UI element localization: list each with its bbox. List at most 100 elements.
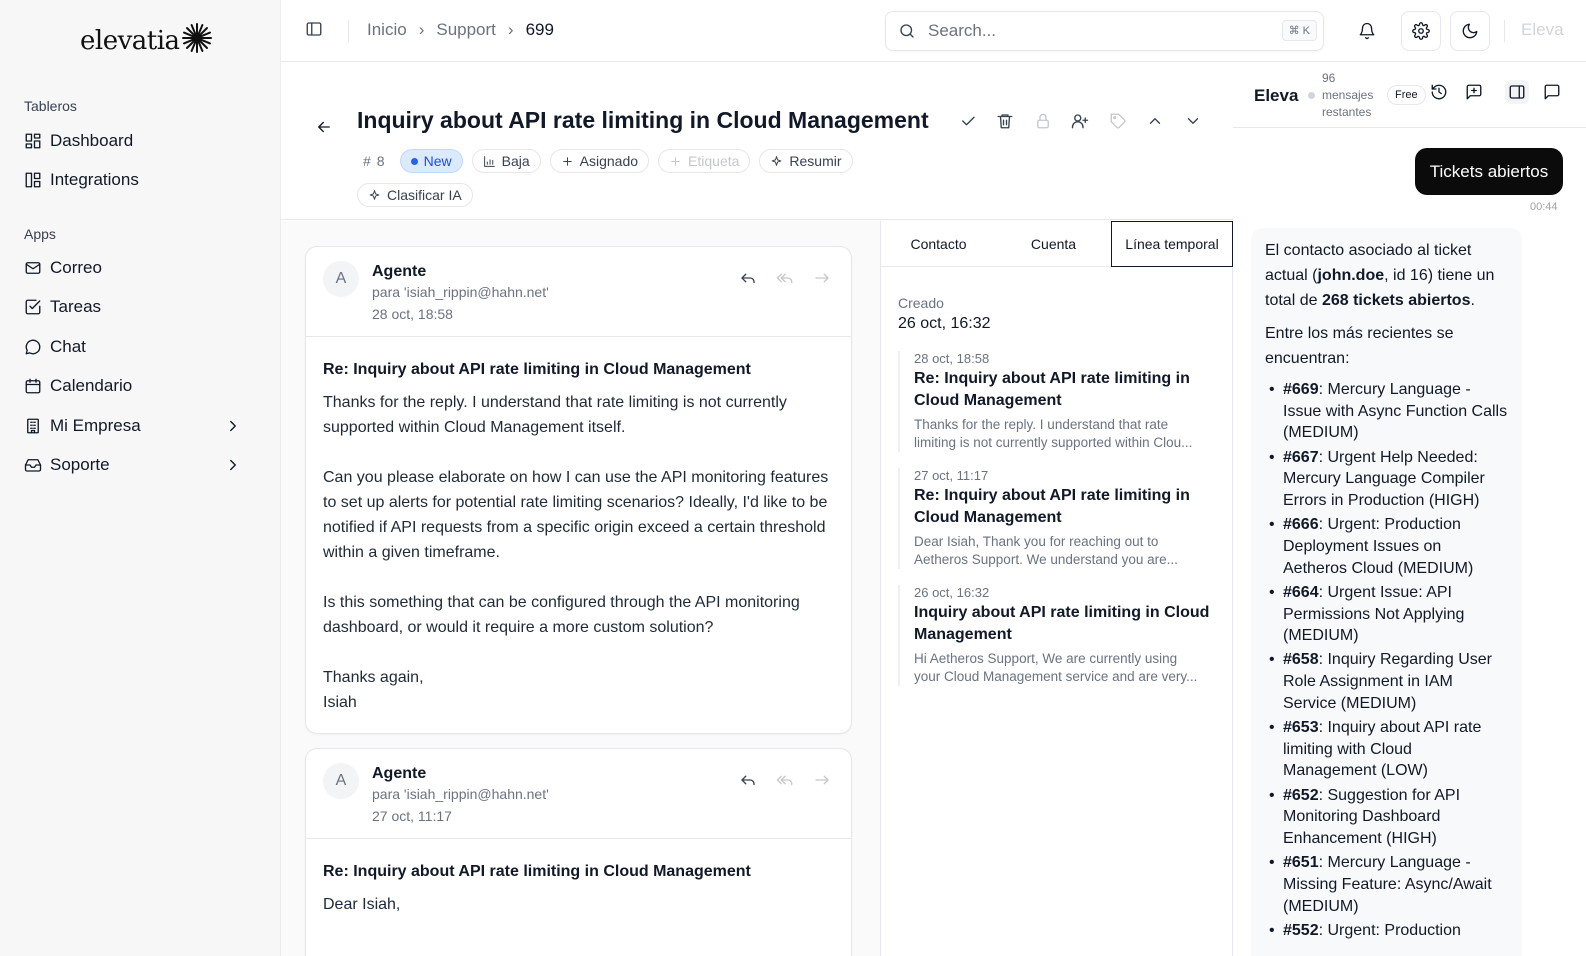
- status-badge[interactable]: New: [399, 149, 463, 173]
- building-icon: [27, 418, 39, 434]
- tab-contacto[interactable]: Contacto: [881, 221, 996, 267]
- divider: [1504, 20, 1505, 42]
- chat-title: Eleva: [1254, 86, 1299, 105]
- brand-logo[interactable]: elevatia: [80, 23, 214, 56]
- section-label-tableros: Tableros: [24, 98, 77, 114]
- open-tickets-total: 268 tickets abiertos: [1321, 292, 1471, 309]
- breadcrumb-inicio[interactable]: Inicio: [367, 20, 407, 40]
- sidebar-item-soporte[interactable]: Soporte: [24, 449, 256, 481]
- settings-button[interactable]: [1401, 11, 1441, 51]
- breadcrumb: Inicio › Support › 699: [367, 20, 554, 40]
- forward-icon: [815, 273, 829, 283]
- lock-button[interactable]: [1024, 112, 1062, 130]
- ticket-number: #8: [357, 149, 391, 173]
- hash-icon: #: [363, 153, 371, 169]
- chevron-up-icon: [1150, 118, 1161, 124]
- timeline-date: 28 oct, 18:58: [914, 351, 990, 366]
- breadcrumb-support[interactable]: Support: [436, 20, 496, 40]
- history-button[interactable]: [1430, 83, 1448, 101]
- chat-mode-button[interactable]: [1543, 83, 1561, 101]
- status-dot: [1308, 92, 1315, 99]
- notifications-button[interactable]: [1347, 11, 1387, 51]
- list-item: #664: Urgent Issue: API Permissions Not …: [1269, 582, 1508, 647]
- reply-all-button[interactable]: [776, 269, 794, 287]
- list-item: #658: Inquiry Regarding User Role Assign…: [1269, 649, 1508, 714]
- chevron-right-icon: [230, 420, 236, 432]
- tab-cuenta[interactable]: Cuenta: [996, 221, 1111, 267]
- bar-chart-icon: [483, 155, 495, 167]
- dock-panel-button[interactable]: [1505, 80, 1529, 104]
- timeline-item[interactable]: 27 oct, 11:17 Re: Inquiry about API rate…: [898, 468, 1216, 569]
- timeline-date: 27 oct, 11:17: [914, 468, 989, 483]
- timeline-title: Re: Inquiry about API rate limiting in C…: [914, 487, 1190, 526]
- assign-chip[interactable]: Asignado: [549, 149, 650, 173]
- delete-button[interactable]: [987, 112, 1025, 130]
- sidebar-item-mi-empresa[interactable]: Mi Empresa: [24, 410, 256, 442]
- contact-name: john.doe: [1317, 267, 1385, 284]
- sidebar-toggle-button[interactable]: [305, 20, 323, 38]
- ticket-number-value: 8: [376, 153, 385, 169]
- message-plus-icon: [1466, 84, 1482, 100]
- previous-ticket-button[interactable]: [1137, 112, 1175, 130]
- timeline-date: 26 oct, 16:32: [914, 585, 990, 600]
- assistant-intro: El contacto asociado al ticket actual (j…: [1265, 238, 1508, 313]
- check-icon: [961, 116, 975, 126]
- sidebar-item-label: Soporte: [50, 455, 110, 474]
- sidebar: elevatia Tableros Dashboard Integrations…: [0, 0, 281, 956]
- back-button[interactable]: [315, 118, 333, 136]
- mail-icon: [25, 262, 41, 274]
- ticket-actions: [949, 112, 1212, 130]
- tab-linea-temporal[interactable]: Línea temporal: [1111, 221, 1233, 267]
- ticket-id: #667: [1283, 448, 1319, 466]
- search-box[interactable]: ⌘ K: [885, 11, 1324, 51]
- messages-remaining: 96 mensajes restantes: [1322, 70, 1382, 121]
- sparkles-icon: [369, 189, 380, 200]
- avatar: A: [323, 261, 359, 297]
- reply-button[interactable]: [739, 771, 757, 789]
- theme-toggle-button[interactable]: [1450, 11, 1490, 51]
- sidebar-item-dashboard[interactable]: Dashboard: [24, 125, 256, 157]
- ticket-list: #669: Mercury Language - Issue with Asyn…: [1265, 379, 1508, 942]
- forward-button[interactable]: [813, 771, 831, 789]
- assistant-message: El contacto asociado al ticket actual (j…: [1251, 228, 1522, 956]
- assign-user-button[interactable]: [1062, 112, 1100, 130]
- sidebar-item-tareas[interactable]: Tareas: [24, 291, 256, 323]
- message-recipient: para 'isiah_rippin@hahn.net': [372, 786, 549, 802]
- ticket-id: #652: [1283, 786, 1319, 804]
- sidebar-item-chat[interactable]: Chat: [24, 331, 256, 363]
- sidebar-item-correo[interactable]: Correo: [24, 252, 256, 284]
- reply-all-icon: [776, 273, 793, 284]
- new-chat-button[interactable]: [1465, 83, 1483, 101]
- message-subject: Re: Inquiry about API rate limiting in C…: [323, 863, 751, 880]
- dashboard-icon: [25, 133, 41, 149]
- summarize-chip[interactable]: Resumir: [759, 149, 853, 173]
- priority-chip[interactable]: Baja: [471, 149, 541, 173]
- message-signoff: Thanks again,: [323, 669, 424, 686]
- classify-ai-chip[interactable]: Clasificar IA: [357, 183, 473, 207]
- status-dot: [410, 157, 418, 165]
- timeline-excerpt-line: limiting is not currently supported with…: [914, 435, 1193, 450]
- tag-chip[interactable]: Etiqueta: [658, 149, 751, 173]
- next-ticket-button[interactable]: [1174, 112, 1212, 130]
- sidebar-item-calendario[interactable]: Calendario: [24, 370, 256, 402]
- ticket-id: #669: [1283, 381, 1319, 398]
- sidebar-item-label: Mi Empresa: [50, 416, 141, 435]
- arrow-left-icon: [318, 121, 330, 133]
- reply-all-button[interactable]: [776, 771, 794, 789]
- resolve-button[interactable]: [949, 112, 987, 130]
- ticket-id: #552: [1283, 921, 1319, 939]
- reply-button[interactable]: [739, 269, 757, 287]
- forward-button[interactable]: [813, 269, 831, 287]
- timeline-item[interactable]: 26 oct, 16:32 Inquiry about API rate lim…: [898, 585, 1216, 686]
- message-paragraph: Dear Isiah,: [323, 896, 401, 913]
- tag-button[interactable]: [1099, 112, 1137, 130]
- text-span: .: [1470, 292, 1475, 309]
- message-body: Re: Inquiry about API rate limiting in C…: [306, 337, 851, 733]
- ticket-id: #658: [1283, 651, 1319, 669]
- sidebar-item-integrations[interactable]: Integrations: [24, 164, 256, 196]
- timeline-item[interactable]: 28 oct, 18:58 Re: Inquiry about API rate…: [898, 351, 1216, 452]
- search-input[interactable]: [928, 21, 1258, 41]
- divider: [348, 20, 349, 42]
- message-recipient: para 'isiah_rippin@hahn.net': [372, 284, 549, 300]
- user-name[interactable]: Eleva: [1521, 20, 1564, 40]
